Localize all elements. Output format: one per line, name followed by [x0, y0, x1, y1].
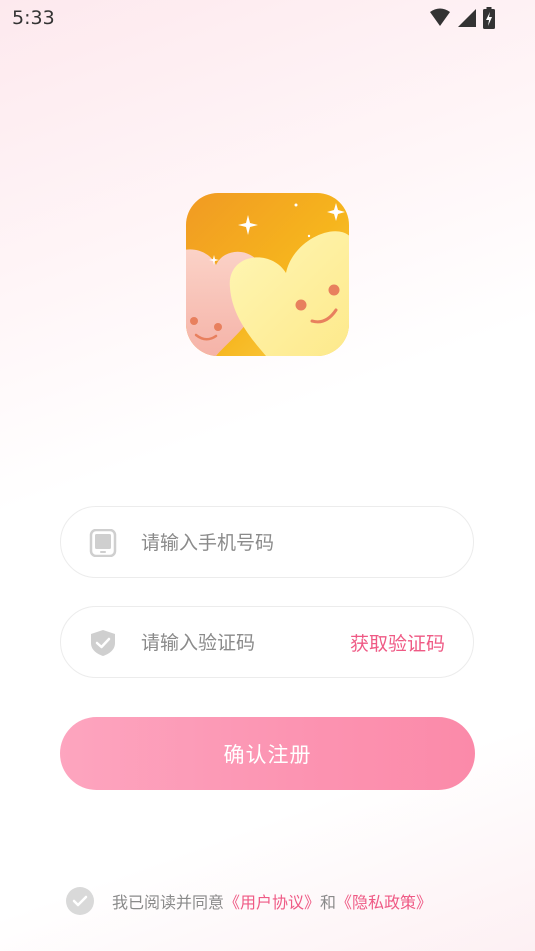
signal-icon [458, 9, 476, 27]
user-agreement-link[interactable]: 《用户协议》 [224, 893, 320, 912]
phone-input[interactable] [139, 525, 333, 561]
privacy-policy-link[interactable]: 《隐私政策》 [336, 893, 432, 912]
shield-check-icon [89, 629, 117, 657]
check-icon [72, 895, 88, 907]
get-code-button[interactable]: 获取验证码 [350, 629, 445, 656]
agreement-text: 我已阅读并同意《用户协议》和《隐私政策》 [112, 889, 432, 913]
wifi-icon [430, 8, 450, 26]
status-bar: 5:33 [0, 0, 535, 36]
agree-checkbox[interactable] [66, 887, 94, 915]
agreement-conjunction: 和 [320, 893, 337, 912]
status-time: 5:33 [12, 7, 55, 29]
agreement-prefix: 我已阅读并同意 [112, 893, 225, 912]
battery-charging-icon [483, 7, 495, 29]
code-field[interactable]: 获取验证码 [60, 606, 474, 678]
code-input[interactable] [139, 625, 333, 661]
tablet-icon [89, 528, 117, 558]
app-logo [186, 193, 349, 356]
status-icons [429, 7, 495, 29]
app-logo-hearts-icon [186, 193, 349, 356]
confirm-register-button[interactable]: 确认注册 [60, 717, 475, 790]
phone-field[interactable] [60, 506, 474, 578]
agreement-row: 我已阅读并同意《用户协议》和《隐私政策》 [66, 886, 432, 916]
